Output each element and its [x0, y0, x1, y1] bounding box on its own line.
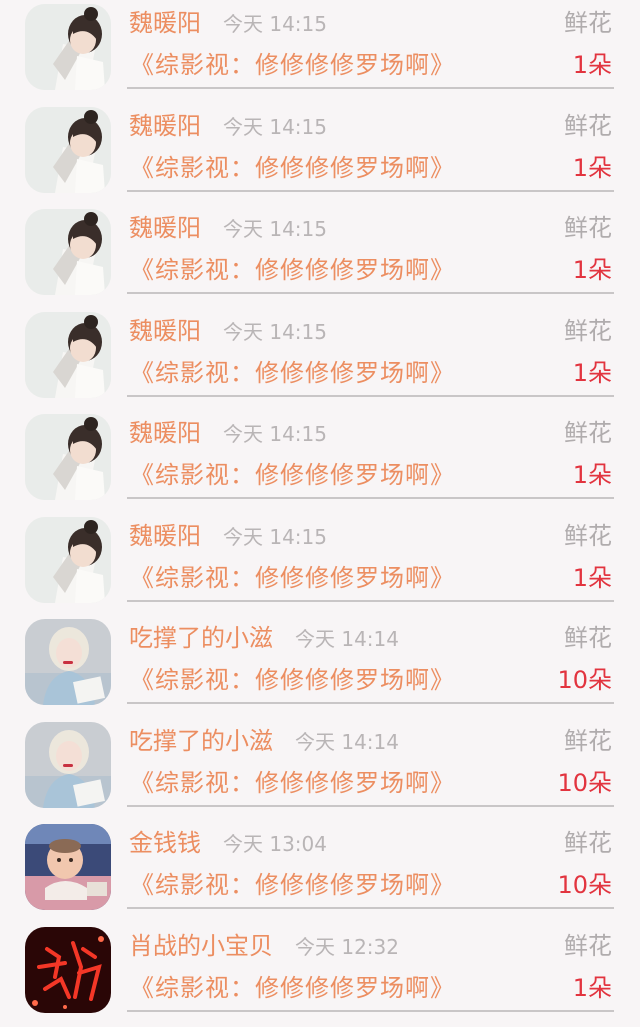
- user-avatar[interactable]: [25, 722, 111, 808]
- timestamp: 今天 14:14: [295, 730, 399, 754]
- gift-record-row[interactable]: 吃撑了的小滋 今天 14:14 鲜花《综影视：修修修修罗场啊》 10朵: [0, 718, 640, 820]
- gift-count: 10朵: [557, 769, 612, 797]
- gift-record-row[interactable]: 魏暖阳 今天 14:15 鲜花《综影视：修修修修罗场啊》 1朵: [0, 513, 640, 615]
- user-avatar[interactable]: [25, 4, 111, 90]
- user-name[interactable]: 魏暖阳: [129, 316, 201, 346]
- gift-count: 1朵: [572, 51, 612, 79]
- gift-type-label: 鲜花: [564, 932, 612, 960]
- gift-type-label: 鲜花: [564, 9, 612, 37]
- gift-count: 1朵: [572, 256, 612, 284]
- timestamp: 今天 14:15: [223, 217, 327, 241]
- user-name[interactable]: 魏暖阳: [129, 418, 201, 448]
- timestamp: 今天 14:15: [223, 115, 327, 139]
- work-title[interactable]: 《综影视：修修修修罗场啊》: [130, 869, 455, 901]
- user-avatar[interactable]: [25, 414, 111, 500]
- row-divider: [127, 87, 614, 89]
- gift-type-label: 鲜花: [564, 829, 612, 857]
- gift-count: 1朵: [572, 461, 612, 489]
- row-divider: [127, 395, 614, 397]
- work-title[interactable]: 《综影视：修修修修罗场啊》: [130, 972, 455, 1004]
- gift-record-list: 魏暖阳 今天 14:15 鲜花 《综影视：修修修修罗场啊》 1朵 魏暖阳 今天 14:15 鲜…: [0, 0, 640, 1027]
- timestamp: 今天 14:15: [223, 422, 327, 446]
- row-divider: [127, 190, 614, 192]
- timestamp: 今天 13:04: [223, 832, 327, 856]
- work-title[interactable]: 《综影视：修修修修罗场啊》: [130, 49, 455, 81]
- user-name[interactable]: 金钱钱: [129, 828, 201, 858]
- gift-record-row[interactable]: 金钱钱 今天 13:04 鲜花《综影视：修修修修罗场啊》 10朵: [0, 820, 640, 922]
- row-divider: [127, 907, 614, 909]
- user-name[interactable]: 肖战的小宝贝: [129, 931, 273, 961]
- gift-type-label: 鲜花: [564, 727, 612, 755]
- user-avatar[interactable]: [25, 517, 111, 603]
- gift-count: 1朵: [572, 564, 612, 592]
- gift-record-row[interactable]: 魏暖阳 今天 14:15 鲜花《综影视：修修修修罗场啊》 1朵: [0, 410, 640, 512]
- user-name[interactable]: 魏暖阳: [129, 111, 201, 141]
- user-name[interactable]: 吃撑了的小滋: [129, 623, 273, 653]
- gift-count: 1朵: [572, 154, 612, 182]
- gift-count: 10朵: [557, 666, 612, 694]
- gift-count: 10朵: [557, 871, 612, 899]
- row-divider: [127, 497, 614, 499]
- work-title[interactable]: 《综影视：修修修修罗场啊》: [130, 254, 455, 286]
- work-title[interactable]: 《综影视：修修修修罗场啊》: [130, 664, 455, 696]
- timestamp: 今天 14:14: [295, 627, 399, 651]
- row-divider: [127, 292, 614, 294]
- user-name[interactable]: 魏暖阳: [129, 8, 201, 38]
- gift-type-label: 鲜花: [564, 317, 612, 345]
- user-avatar[interactable]: [25, 824, 111, 910]
- work-title[interactable]: 《综影视：修修修修罗场啊》: [130, 152, 455, 184]
- user-avatar[interactable]: [25, 312, 111, 398]
- gift-type-label: 鲜花: [564, 419, 612, 447]
- gift-record-row[interactable]: 魏暖阳 今天 14:15 鲜花《综影视：修修修修罗场啊》 1朵: [0, 103, 640, 205]
- user-avatar[interactable]: [25, 209, 111, 295]
- user-name[interactable]: 魏暖阳: [129, 213, 201, 243]
- work-title[interactable]: 《综影视：修修修修罗场啊》: [130, 357, 455, 389]
- user-name[interactable]: 魏暖阳: [129, 521, 201, 551]
- timestamp: 今天 14:15: [223, 525, 327, 549]
- gift-type-label: 鲜花: [564, 522, 612, 550]
- work-title[interactable]: 《综影视：修修修修罗场啊》: [130, 562, 455, 594]
- gift-type-label: 鲜花: [564, 624, 612, 652]
- timestamp: 今天 14:15: [223, 12, 327, 36]
- work-title[interactable]: 《综影视：修修修修罗场啊》: [130, 459, 455, 491]
- gift-record-row[interactable]: 魏暖阳 今天 14:15 鲜花《综影视：修修修修罗场啊》 1朵: [0, 205, 640, 307]
- row-divider: [127, 702, 614, 704]
- gift-count: 1朵: [572, 974, 612, 1002]
- gift-type-label: 鲜花: [564, 112, 612, 140]
- row-divider: [127, 600, 614, 602]
- user-name[interactable]: 吃撑了的小滋: [129, 726, 273, 756]
- user-avatar[interactable]: [25, 107, 111, 193]
- gift-record-row[interactable]: 魏暖阳 今天 14:15 鲜花《综影视：修修修修罗场啊》 1朵: [0, 0, 640, 102]
- gift-record-row[interactable]: 吃撑了的小滋 今天 14:14 鲜花《综影视：修修修修罗场啊》 10朵: [0, 615, 640, 717]
- gift-record-row[interactable]: 肖战的小宝贝 今天 12:32 鲜花《综影视：修修修修罗场啊》 1朵: [0, 923, 640, 1025]
- gift-record-row[interactable]: 魏暖阳 今天 14:15 鲜花《综影视：修修修修罗场啊》 1朵: [0, 308, 640, 410]
- user-avatar[interactable]: [25, 927, 111, 1013]
- work-title[interactable]: 《综影视：修修修修罗场啊》: [130, 767, 455, 799]
- user-avatar[interactable]: [25, 619, 111, 705]
- timestamp: 今天 14:15: [223, 320, 327, 344]
- gift-count: 1朵: [572, 359, 612, 387]
- timestamp: 今天 12:32: [295, 935, 399, 959]
- gift-type-label: 鲜花: [564, 214, 612, 242]
- row-divider: [127, 805, 614, 807]
- row-divider: [127, 1010, 614, 1012]
